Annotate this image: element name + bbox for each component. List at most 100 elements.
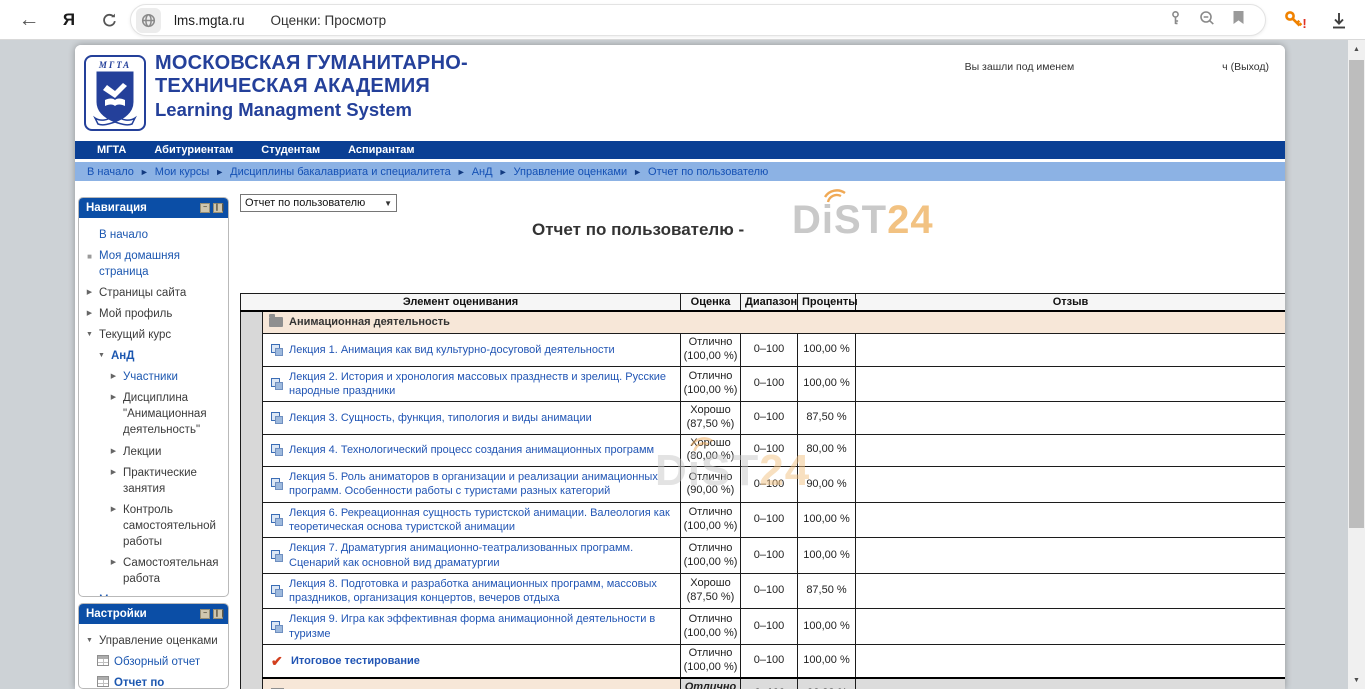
protect-key-icon[interactable]: ! — [1278, 0, 1312, 40]
mgta-crest-icon — [93, 70, 137, 126]
nav-item-site-pages[interactable]: ▶Страницы сайта — [85, 282, 225, 303]
nav-item-discipline[interactable]: ▶Дисциплина "Анимационная деятельность" — [85, 388, 225, 441]
crumb-home[interactable]: В начало — [87, 166, 134, 178]
lecture-link[interactable]: Лекция 5. Роль аниматоров в организации … — [289, 470, 672, 499]
table-row: ✔Итоговое тестирование Отлично(100,00 %)… — [241, 645, 1286, 678]
chevron-right-icon[interactable]: ▶ — [85, 285, 94, 298]
nav-item-participants[interactable]: ▶Участники — [85, 367, 225, 388]
navigation-block-header: Навигация − ❙❙ — [79, 198, 228, 218]
scrollbar-thumb[interactable] — [1349, 60, 1364, 528]
zoom-out-icon[interactable] — [1199, 10, 1216, 31]
logout-link[interactable]: (Выход) — [1231, 61, 1269, 73]
table-row: Лекция 7. Драматургия анимационно-театра… — [241, 538, 1286, 574]
chevron-right-icon[interactable]: ▶ — [109, 555, 118, 568]
table-row: Лекция 1. Анимация как вид культурно-дос… — [241, 334, 1286, 367]
bookmark-icon[interactable] — [1232, 10, 1245, 30]
chevron-right-icon[interactable]: ▶ — [109, 369, 118, 382]
chevron-right-icon[interactable]: ▶ — [109, 502, 118, 515]
crumb-my-courses[interactable]: Мои курсы — [155, 166, 209, 178]
table-row: Лекция 2. История и хронология массовых … — [241, 366, 1286, 402]
square-bullet-icon: ■ — [85, 248, 94, 262]
address-bar[interactable]: lms.mgta.ru Оценки: Просмотр — [130, 4, 1266, 36]
nav-item-selfwork[interactable]: ▶Самостоятельная работа — [85, 553, 225, 590]
nav-item-home[interactable]: В начало — [85, 224, 225, 245]
lesson-icon — [271, 550, 283, 562]
lesson-icon — [271, 344, 283, 356]
lesson-icon — [271, 585, 283, 597]
menu-item-mgta[interactable]: МГТА — [97, 144, 126, 156]
collapse-block-icon[interactable]: − — [200, 609, 210, 619]
crumb-grade-admin[interactable]: Управление оценками — [514, 166, 628, 178]
download-icon[interactable] — [1322, 0, 1356, 40]
lesson-icon — [271, 412, 283, 424]
chevron-down-icon[interactable]: ▼ — [97, 348, 106, 361]
site-header: МГТА МОСКОВСКАЯ ГУМАНИТАРНО- ТЕХНИЧЕСКАЯ… — [75, 45, 1285, 141]
lecture-link[interactable]: Лекция 3. Сущность, функция, типология и… — [289, 411, 592, 425]
table-row: Лекция 9. Игра как эффективная форма ани… — [241, 609, 1286, 645]
settings-block: Настройки − ❙❙ ▼Управление оценками Обзо… — [78, 603, 229, 689]
final-test-link[interactable]: Итоговое тестирование — [291, 654, 420, 668]
lecture-link[interactable]: Лекция 7. Драматургия анимационно-театра… — [289, 541, 672, 570]
dock-block-icon[interactable]: ❙❙ — [213, 609, 223, 619]
refresh-icon[interactable] — [94, 0, 124, 40]
table-header-row: Элемент оценивания Оценка Диапазон Проце… — [241, 294, 1286, 311]
lesson-icon — [271, 378, 283, 390]
dock-block-icon[interactable]: ❙❙ — [213, 203, 223, 213]
yandex-logo-icon[interactable]: Я — [56, 0, 82, 40]
dist24-watermark: DiST24 — [655, 446, 810, 496]
chevron-right-icon[interactable]: ▶ — [109, 390, 118, 403]
scroll-up-icon[interactable]: ▲ — [1348, 42, 1365, 56]
main-menu: МГТА Абитуриентам Студентам Аспирантам — [75, 141, 1285, 159]
nav-item-my-home[interactable]: ■Моя домашняя страница — [85, 245, 225, 282]
lecture-link[interactable]: Лекция 2. История и хронология массовых … — [289, 370, 672, 399]
nav-item-practice[interactable]: ▶Практические занятия — [85, 462, 225, 499]
scroll-down-icon[interactable]: ▼ — [1348, 673, 1365, 687]
back-icon[interactable]: ← — [14, 0, 44, 40]
settings-item-grade-admin[interactable]: ▼Управление оценками — [85, 630, 225, 651]
nav-item-and[interactable]: ▼АнД — [85, 346, 225, 367]
col-header-element: Элемент оценивания — [241, 294, 681, 311]
feedback-cell — [856, 467, 1286, 503]
password-key-icon[interactable] — [1168, 10, 1183, 31]
lms-page: МГТА МОСКОВСКАЯ ГУМАНИТАРНО- ТЕХНИЧЕСКАЯ… — [75, 45, 1285, 689]
chevron-right-icon[interactable]: ▶ — [85, 306, 94, 319]
chevron-right-icon[interactable]: ▶ — [109, 465, 118, 478]
nav-item-lectures[interactable]: ▶Лекции — [85, 441, 225, 462]
wifi-arcs-icon — [822, 189, 848, 205]
feedback-cell — [856, 366, 1286, 402]
menu-item-abiturientam[interactable]: Абитуриентам — [154, 144, 233, 156]
browser-toolbar: ← Я lms.mgta.ru Оценки: Просмотр ! — [0, 0, 1365, 40]
table-row: Лекция 3. Сущность, функция, типология и… — [241, 402, 1286, 435]
settings-item-user-report[interactable]: Отчет по пользователю — [85, 672, 225, 689]
site-title: МОСКОВСКАЯ ГУМАНИТАРНО- ТЕХНИЧЕСКАЯ АКАД… — [155, 52, 468, 121]
settings-item-overview-report[interactable]: Обзорный отчет — [85, 651, 225, 672]
col-header-range: Диапазон — [741, 294, 798, 311]
crumb-disciplines[interactable]: Дисциплины бакалавриата и специалитета — [230, 166, 451, 178]
page-scrollbar[interactable]: ▲ ▼ — [1348, 40, 1365, 689]
chevron-right-icon[interactable]: ▶ — [85, 592, 94, 597]
menu-item-studentam[interactable]: Студентам — [261, 144, 320, 156]
url-text[interactable]: lms.mgta.ru — [174, 13, 245, 28]
nav-item-my-profile[interactable]: ▶Мой профиль — [85, 303, 225, 324]
lecture-link[interactable]: Лекция 1. Анимация как вид культурно-дос… — [289, 343, 615, 357]
chevron-down-icon[interactable]: ▼ — [85, 327, 94, 340]
lecture-link[interactable]: Лекция 8. Подготовка и разработка анимац… — [289, 577, 672, 606]
lesson-icon — [271, 478, 283, 490]
lecture-link[interactable]: Лекция 6. Рекреационная сущность туристс… — [289, 506, 672, 535]
lecture-link[interactable]: Лекция 4. Технологический процесс создан… — [289, 443, 654, 457]
menu-item-aspirantam[interactable]: Аспирантам — [348, 144, 414, 156]
feedback-cell — [856, 502, 1286, 538]
feedback-cell — [856, 402, 1286, 435]
nav-item-my-courses[interactable]: ▶Мои курсы — [85, 590, 225, 597]
collapse-block-icon[interactable]: − — [200, 203, 210, 213]
lecture-link[interactable]: Лекция 9. Игра как эффективная форма ани… — [289, 612, 672, 641]
chevron-down-icon[interactable]: ▼ — [85, 633, 94, 646]
crumb-user-report[interactable]: Отчет по пользователю — [648, 166, 768, 178]
nav-item-control[interactable]: ▶Контроль самостоятельной работы — [85, 499, 225, 552]
chevron-right-icon[interactable]: ▶ — [109, 444, 118, 457]
folder-icon — [269, 317, 283, 327]
report-type-select[interactable]: Отчет по пользователю▼ — [240, 194, 397, 212]
nav-item-current-course[interactable]: ▼Текущий курс — [85, 324, 225, 345]
quiz-check-icon: ✔ — [271, 654, 285, 668]
crumb-and[interactable]: АнД — [472, 166, 493, 178]
